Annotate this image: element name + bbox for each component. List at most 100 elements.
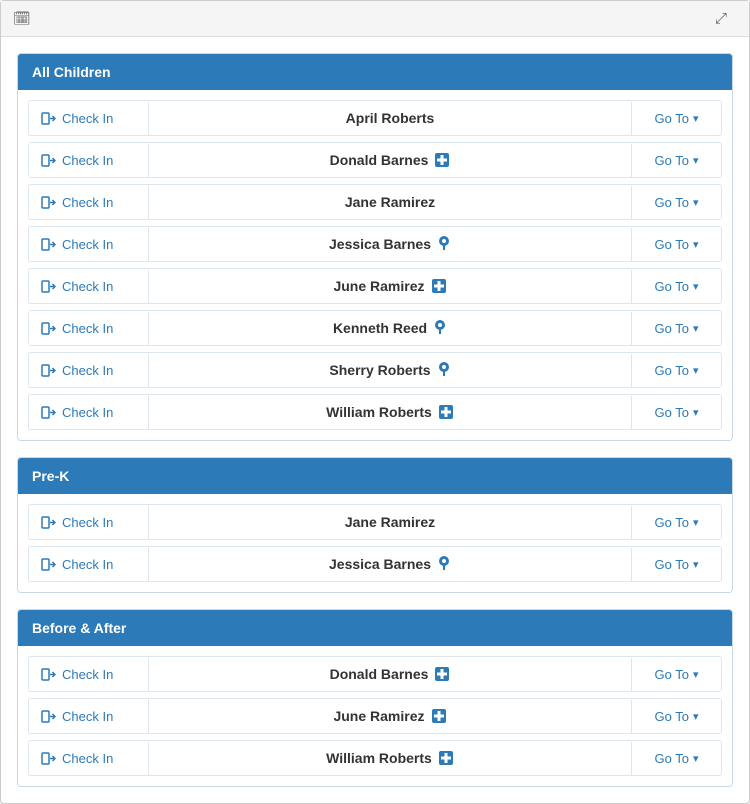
- checkin-label: Check In: [62, 515, 113, 530]
- login-icon: [41, 363, 56, 378]
- checkin-label: Check In: [62, 751, 113, 766]
- table-row: Check In Sherry Roberts Go To ▾: [28, 352, 722, 388]
- goto-button[interactable]: Go To ▾: [631, 102, 721, 135]
- chevron-down-icon: ▾: [693, 322, 699, 335]
- person-name: William Roberts: [149, 395, 631, 429]
- goto-button[interactable]: Go To ▾: [631, 506, 721, 539]
- login-icon: [41, 153, 56, 168]
- med-badge-icon: [431, 708, 447, 724]
- login-icon: [41, 195, 56, 210]
- name-text: Jane Ramirez: [345, 514, 435, 530]
- table-row: Check In Jane Ramirez Go To ▾: [28, 504, 722, 540]
- goto-button[interactable]: Go To ▾: [631, 396, 721, 429]
- med-badge-icon: [438, 750, 454, 766]
- login-icon: [41, 405, 56, 420]
- login-icon: [41, 709, 56, 724]
- calendar-icon: 🗓: [13, 10, 31, 27]
- goto-button[interactable]: Go To ▾: [631, 548, 721, 581]
- checkin-button[interactable]: Check In: [29, 548, 149, 581]
- checkin-label: Check In: [62, 709, 113, 724]
- goto-label: Go To: [655, 153, 689, 168]
- checkin-button[interactable]: Check In: [29, 102, 149, 135]
- goto-button[interactable]: Go To ▾: [631, 658, 721, 691]
- expand-icon[interactable]: ⤢: [715, 10, 727, 27]
- chevron-down-icon: ▾: [693, 710, 699, 723]
- name-text: Kenneth Reed: [333, 320, 427, 336]
- chevron-down-icon: ▾: [693, 516, 699, 529]
- name-text: Jessica Barnes: [329, 556, 431, 572]
- checkin-button[interactable]: Check In: [29, 506, 149, 539]
- section-all-children: All Children Check In April Roberts Go T…: [17, 53, 733, 441]
- table-row: Check In June Ramirez Go To ▾: [28, 268, 722, 304]
- goto-label: Go To: [655, 751, 689, 766]
- name-text: Donald Barnes: [330, 666, 429, 682]
- person-name: Jane Ramirez: [149, 185, 631, 219]
- goto-label: Go To: [655, 515, 689, 530]
- checkin-button[interactable]: Check In: [29, 700, 149, 733]
- goto-button[interactable]: Go To ▾: [631, 742, 721, 775]
- name-text: Sherry Roberts: [329, 362, 430, 378]
- table-row: Check In Donald Barnes Go To ▾: [28, 656, 722, 692]
- goto-label: Go To: [655, 363, 689, 378]
- name-text: William Roberts: [326, 750, 432, 766]
- chevron-down-icon: ▾: [693, 280, 699, 293]
- person-name: Kenneth Reed: [149, 311, 631, 345]
- goto-button[interactable]: Go To ▾: [631, 144, 721, 177]
- checkin-label: Check In: [62, 557, 113, 572]
- med-badge-icon: [434, 152, 450, 168]
- section-body-pre-k: Check In Jane Ramirez Go To ▾ Check In J…: [18, 494, 732, 592]
- name-text: Jessica Barnes: [329, 236, 431, 252]
- checkin-button[interactable]: Check In: [29, 396, 149, 429]
- title-bar: 🗓 ⤢: [1, 1, 749, 37]
- checkin-button[interactable]: Check In: [29, 354, 149, 387]
- chevron-down-icon: ▾: [693, 558, 699, 571]
- checkin-button[interactable]: Check In: [29, 144, 149, 177]
- table-row: Check In Jessica Barnes Go To ▾: [28, 546, 722, 582]
- goto-label: Go To: [655, 195, 689, 210]
- checkin-button[interactable]: Check In: [29, 228, 149, 261]
- checkin-button[interactable]: Check In: [29, 658, 149, 691]
- checkin-label: Check In: [62, 153, 113, 168]
- login-icon: [41, 557, 56, 572]
- person-name: April Roberts: [149, 101, 631, 135]
- name-text: William Roberts: [326, 404, 432, 420]
- pin-badge-icon: [437, 556, 451, 572]
- section-header-before-after: Before & After: [18, 610, 732, 646]
- table-row: Check In Kenneth Reed Go To ▾: [28, 310, 722, 346]
- goto-button[interactable]: Go To ▾: [631, 312, 721, 345]
- goto-label: Go To: [655, 111, 689, 126]
- table-row: Check In April Roberts Go To ▾: [28, 100, 722, 136]
- name-text: June Ramirez: [333, 278, 424, 294]
- goto-button[interactable]: Go To ▾: [631, 186, 721, 219]
- login-icon: [41, 279, 56, 294]
- chevron-down-icon: ▾: [693, 154, 699, 167]
- person-name: June Ramirez: [149, 699, 631, 733]
- person-name: Sherry Roberts: [149, 353, 631, 387]
- goto-label: Go To: [655, 237, 689, 252]
- table-row: Check In William Roberts Go To ▾: [28, 394, 722, 430]
- goto-label: Go To: [655, 405, 689, 420]
- login-icon: [41, 667, 56, 682]
- checkin-label: Check In: [62, 195, 113, 210]
- person-name: Donald Barnes: [149, 143, 631, 177]
- med-badge-icon: [434, 666, 450, 682]
- goto-button[interactable]: Go To ▾: [631, 228, 721, 261]
- med-badge-icon: [431, 278, 447, 294]
- person-name: Jane Ramirez: [149, 505, 631, 539]
- goto-button[interactable]: Go To ▾: [631, 354, 721, 387]
- checkin-label: Check In: [62, 363, 113, 378]
- section-header-pre-k: Pre-K: [18, 458, 732, 494]
- goto-button[interactable]: Go To ▾: [631, 700, 721, 733]
- title-bar-controls: ⤢: [705, 10, 737, 27]
- checkin-button[interactable]: Check In: [29, 186, 149, 219]
- table-row: Check In June Ramirez Go To ▾: [28, 698, 722, 734]
- section-pre-k: Pre-K Check In Jane Ramirez Go To ▾ Chec…: [17, 457, 733, 593]
- name-text: June Ramirez: [333, 708, 424, 724]
- person-name: Jessica Barnes: [149, 547, 631, 581]
- section-body-all-children: Check In April Roberts Go To ▾ Check In …: [18, 90, 732, 440]
- checkin-button[interactable]: Check In: [29, 312, 149, 345]
- goto-button[interactable]: Go To ▾: [631, 270, 721, 303]
- table-row: Check In Jane Ramirez Go To ▾: [28, 184, 722, 220]
- checkin-button[interactable]: Check In: [29, 270, 149, 303]
- checkin-button[interactable]: Check In: [29, 742, 149, 775]
